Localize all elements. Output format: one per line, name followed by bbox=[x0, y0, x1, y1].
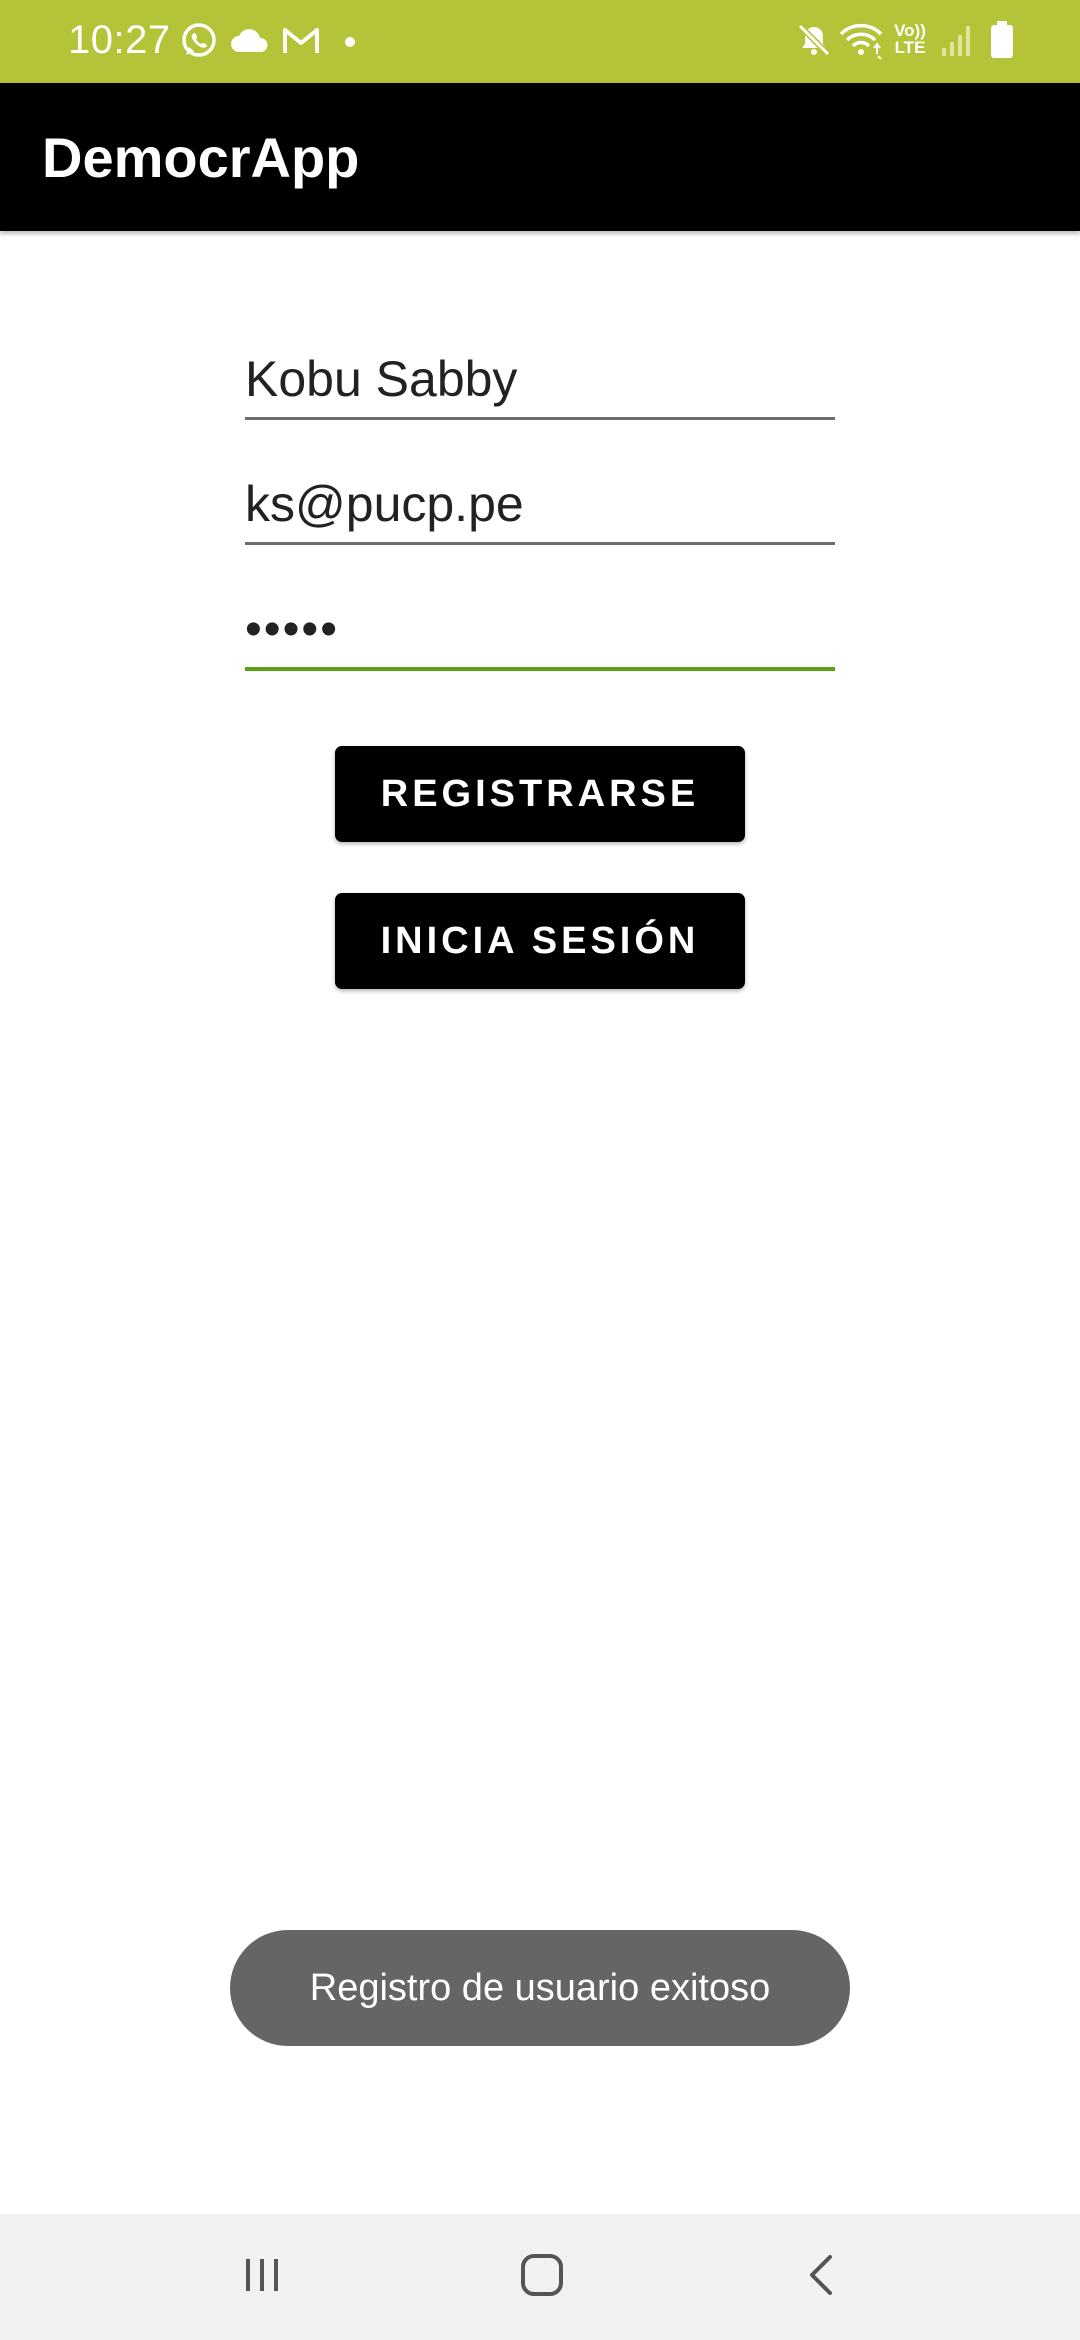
register-button-label: REGISTRARSE bbox=[380, 772, 700, 815]
toast-text: Registro de usuario exitoso bbox=[309, 1966, 771, 2009]
signal-icon bbox=[940, 22, 974, 63]
name-field[interactable]: Kobu Sabby bbox=[245, 340, 835, 420]
gmail-icon bbox=[282, 26, 320, 61]
volte-label-top: Vo)) bbox=[894, 21, 926, 40]
whatsapp-icon bbox=[180, 22, 218, 65]
name-field-value: Kobu Sabby bbox=[245, 351, 518, 407]
password-field-value: ••••• bbox=[245, 603, 340, 656]
app-title: DemocrApp bbox=[42, 126, 360, 189]
email-field-underline bbox=[245, 542, 835, 545]
volte-icon: Vo)) LTE bbox=[892, 22, 928, 56]
back-icon bbox=[802, 2251, 842, 2304]
volte-label-bottom: LTE bbox=[894, 38, 926, 57]
battery-icon bbox=[990, 20, 1014, 65]
password-field[interactable]: ••••• bbox=[245, 591, 835, 671]
login-button[interactable]: INICIA SESIÓN bbox=[335, 893, 745, 989]
dot-icon bbox=[344, 35, 356, 53]
recent-apps-icon bbox=[240, 2253, 284, 2302]
mute-icon bbox=[794, 20, 834, 65]
login-button-label: INICIA SESIÓN bbox=[380, 919, 700, 962]
home-icon bbox=[518, 2251, 566, 2304]
email-field-value: ks@pucp.pe bbox=[245, 476, 524, 532]
password-field-underline bbox=[245, 667, 835, 671]
wifi-icon bbox=[838, 20, 884, 65]
status-time: 10:27 bbox=[68, 18, 171, 62]
cloud-icon bbox=[230, 26, 270, 61]
toast-message: Registro de usuario exitoso bbox=[230, 1930, 850, 2046]
back-button[interactable] bbox=[722, 2214, 922, 2340]
app-bar: DemocrApp bbox=[0, 83, 1080, 231]
recent-apps-button[interactable] bbox=[162, 2214, 362, 2340]
name-field-underline bbox=[245, 417, 835, 420]
status-bar: 10:27 Vo)) LTE bbox=[0, 0, 1080, 83]
navigation-bar bbox=[0, 2214, 1080, 2340]
home-button[interactable] bbox=[442, 2214, 642, 2340]
email-field[interactable]: ks@pucp.pe bbox=[245, 465, 835, 545]
register-button[interactable]: REGISTRARSE bbox=[335, 746, 745, 842]
